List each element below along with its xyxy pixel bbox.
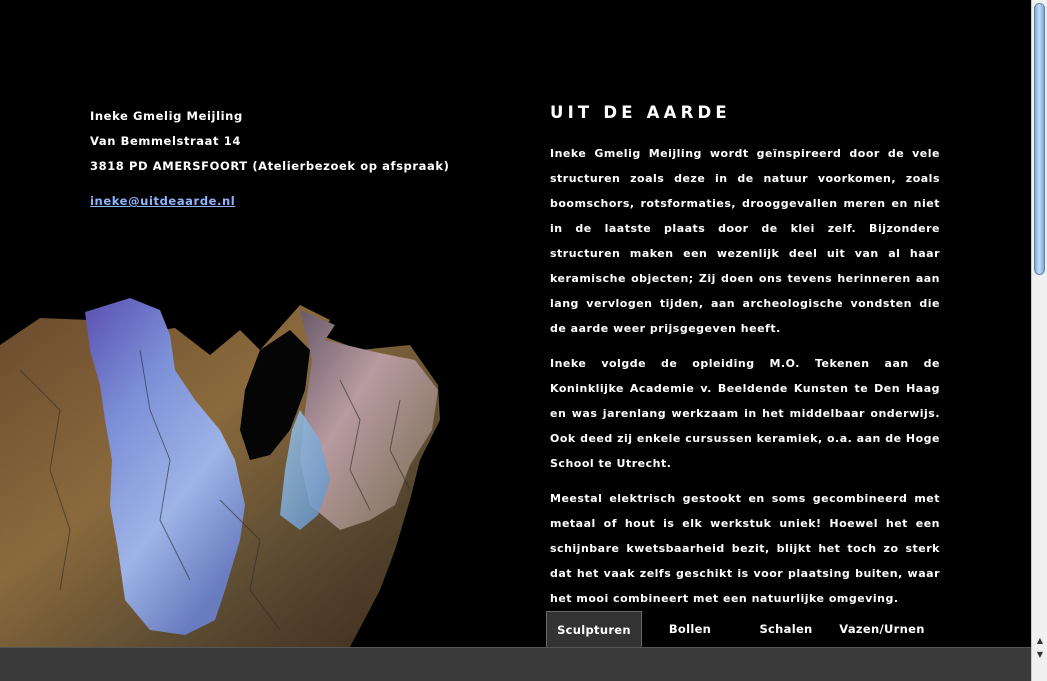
tab-bollen[interactable]: Bollen bbox=[642, 611, 738, 647]
vertical-scrollbar[interactable]: ▲ ▼ bbox=[1031, 0, 1047, 681]
paragraph: Meestal elektrisch gestookt en soms geco… bbox=[550, 492, 940, 605]
scroll-up-icon[interactable]: ▲ bbox=[1035, 636, 1045, 646]
contact-block: Ineke Gmelig Meijling Van Bemmelstraat 1… bbox=[90, 104, 449, 214]
scroll-down-icon[interactable]: ▼ bbox=[1035, 650, 1045, 660]
contact-street: Van Bemmelstraat 14 bbox=[90, 134, 241, 148]
paragraph: Ineke Gmelig Meijling wordt geïnspireerd… bbox=[550, 147, 940, 335]
intro-text: Ineke Gmelig Meijling wordt geïnspireerd… bbox=[550, 141, 940, 621]
paragraph: Ineke volgde de opleiding M.O. Tekenen a… bbox=[550, 357, 940, 470]
contact-city: 3818 PD AMERSFOORT (Atelierbezoek op afs… bbox=[90, 159, 450, 173]
contact-name: Ineke Gmelig Meijling bbox=[90, 109, 243, 123]
tab-content-bar bbox=[0, 647, 1031, 681]
tab-sculpturen[interactable]: Sculpturen bbox=[546, 611, 642, 647]
tab-vazen-urnen[interactable]: Vazen/Urnen bbox=[834, 611, 930, 647]
sculpture-image bbox=[0, 298, 440, 647]
scrollbar-thumb[interactable] bbox=[1034, 3, 1045, 275]
email-link[interactable]: ineke@uitdeaarde.nl bbox=[90, 189, 449, 214]
category-tabs: Sculpturen Bollen Schalen Vazen/Urnen bbox=[546, 611, 930, 647]
page-viewport: Ineke Gmelig Meijling Van Bemmelstraat 1… bbox=[0, 0, 1031, 647]
page-title: UIT DE AARDE bbox=[550, 103, 731, 122]
tab-schalen[interactable]: Schalen bbox=[738, 611, 834, 647]
